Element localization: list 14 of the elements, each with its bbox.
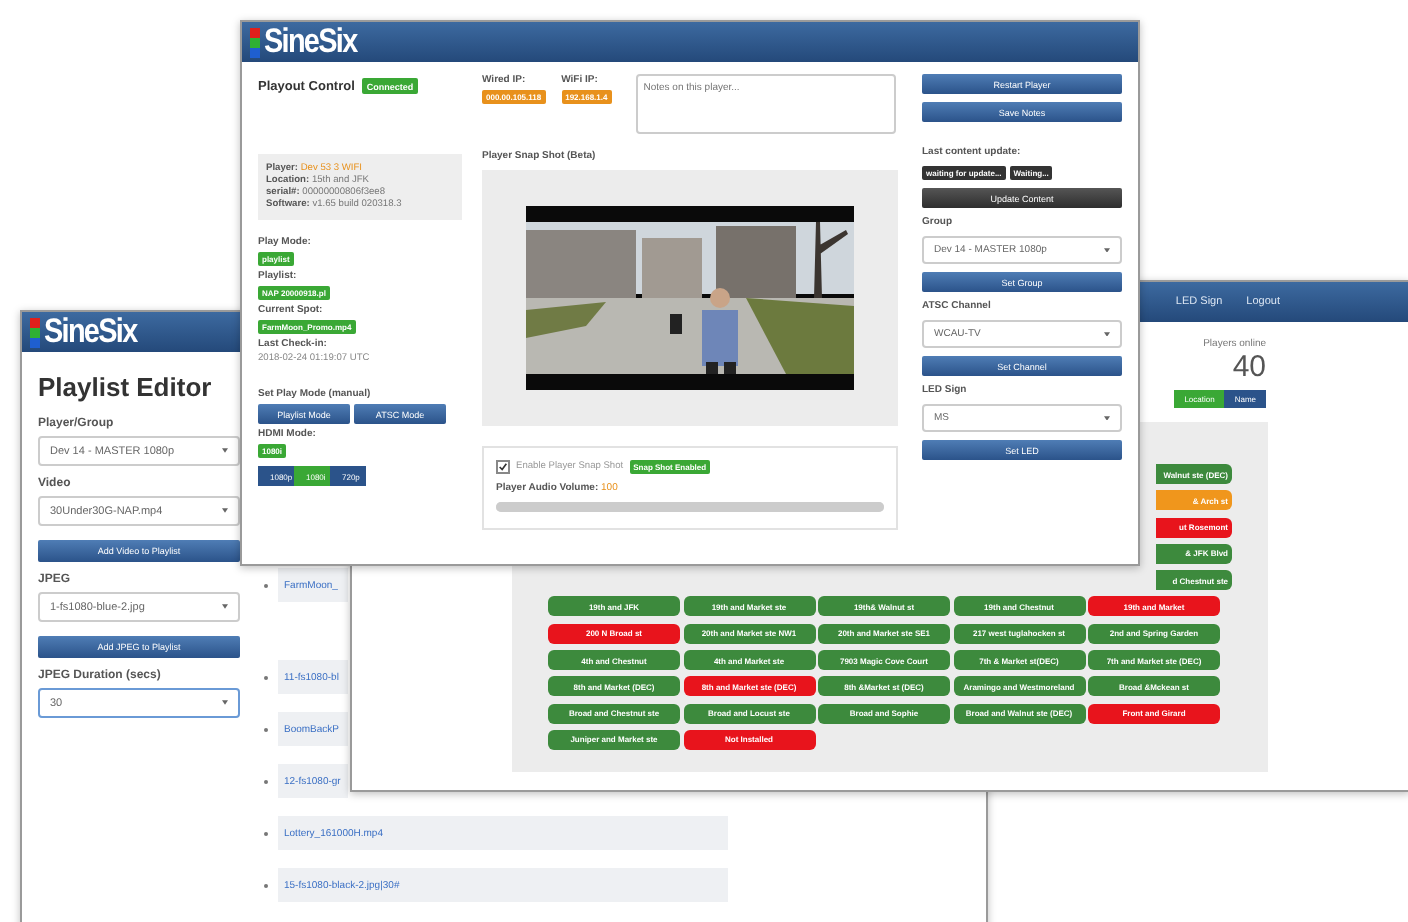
logo-icon [250, 27, 260, 57]
caret-icon [222, 700, 228, 706]
caret-icon [1104, 331, 1110, 337]
volume-slider[interactable] [496, 502, 884, 512]
caret-icon [222, 604, 228, 610]
logo-icon [30, 317, 40, 347]
caret-icon [1104, 247, 1110, 253]
logo-text: SineSix [264, 22, 357, 62]
checkbox[interactable] [496, 460, 510, 474]
caret-icon [222, 508, 228, 514]
page-title: Playlist Editor [38, 372, 214, 402]
players-online-count: 40 [1232, 350, 1266, 384]
logo-text: SineSix [44, 312, 137, 352]
caret-icon [222, 448, 228, 454]
